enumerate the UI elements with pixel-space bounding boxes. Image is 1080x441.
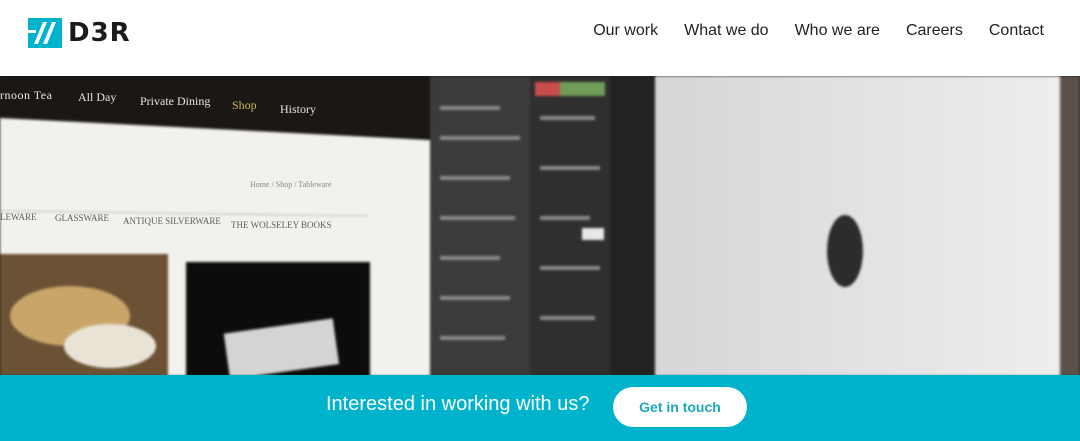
- main-nav: Our work What we do Who we are Careers C…: [567, 22, 1044, 40]
- screen-category-item: LEWARE: [0, 212, 37, 222]
- screen-category-item: ANTIQUE SILVERWARE: [123, 216, 221, 226]
- site-header: D3R Our work What we do Who we are Caree…: [0, 0, 1080, 76]
- nav-contact[interactable]: Contact: [989, 22, 1044, 40]
- screen-nav-item: History: [280, 102, 316, 116]
- screen-nav-item: rnoon Tea: [0, 88, 53, 102]
- hero-image: rnoon Tea All Day Private Dining Shop Hi…: [0, 76, 1080, 376]
- screen-nav-item: All Day: [78, 90, 117, 104]
- cta-text: Interested in working with us?: [326, 393, 590, 415]
- nav-careers[interactable]: Careers: [906, 22, 963, 40]
- screen-nav-item: Private Dining: [140, 94, 211, 108]
- screen-category-item: THE WOLSELEY BOOKS: [231, 220, 332, 230]
- d3r-logo-icon: [28, 18, 62, 48]
- nav-what-we-do[interactable]: What we do: [684, 22, 768, 40]
- nav-who-we-are[interactable]: Who we are: [795, 22, 880, 40]
- get-in-touch-button[interactable]: Get in touch: [613, 387, 747, 427]
- screen-site-nav: rnoon Tea All Day Private Dining Shop Hi…: [0, 88, 430, 128]
- nav-our-work[interactable]: Our work: [593, 22, 658, 40]
- screen-nav-item: Shop: [232, 98, 257, 112]
- brand-logo[interactable]: D3R: [28, 18, 131, 48]
- screen-breadcrumb: Home / Shop / Tableware: [250, 180, 332, 189]
- contact-cta-bar: Interested in working with us? Get in to…: [0, 375, 1080, 441]
- brand-name: D3R: [68, 18, 131, 48]
- screen-category-item: GLASSWARE: [55, 213, 110, 223]
